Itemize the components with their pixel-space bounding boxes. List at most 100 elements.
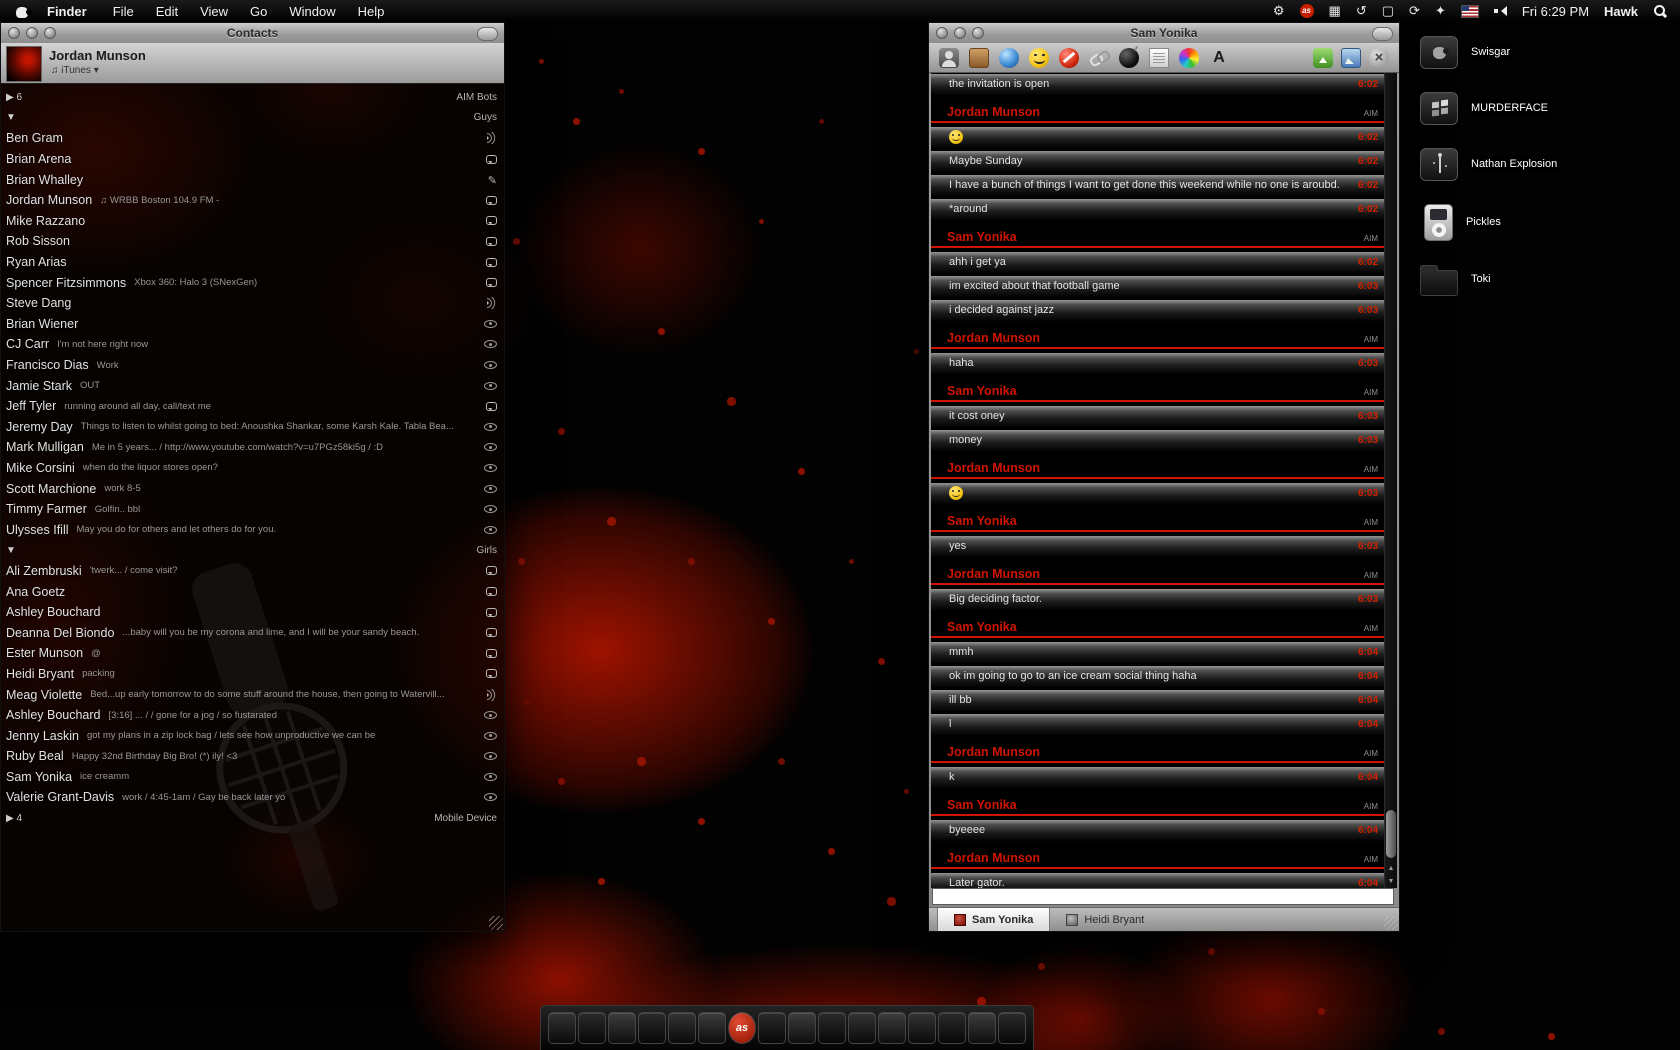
insert-link-icon[interactable] <box>1089 48 1109 68</box>
contact-row[interactable]: CJ Carr I'm not here right now <box>1 334 504 355</box>
contact-row[interactable]: Jeff Tyler running around all day, call/t… <box>1 396 504 417</box>
contact-row[interactable]: Ruby Beal Happy 32nd Birthday Big Bro! (*… <box>1 746 504 767</box>
contact-row[interactable]: Jeremy Day Things to listen to whilst goi… <box>1 417 504 438</box>
contact-row[interactable]: Sam Yonika ice creamm <box>1 767 504 788</box>
dock-app-9-icon[interactable] <box>788 1012 816 1044</box>
contact-row[interactable]: Spencer Fitzsimmons Xbox 360: Halo 3 (SNe… <box>1 272 504 293</box>
contact-row[interactable]: Steve Dang <box>1 293 504 314</box>
contact-row[interactable]: Ben Gram <box>1 128 504 149</box>
desktop-icon-swisgar[interactable]: Swisgar <box>1420 36 1640 69</box>
chat-tab[interactable]: Heidi Bryant <box>1050 908 1160 931</box>
contact-row[interactable]: Brian Wiener <box>1 314 504 335</box>
lastfm-menu-icon[interactable]: as <box>1299 4 1314 18</box>
volume-menu-icon[interactable] <box>1493 5 1507 17</box>
minimize-button[interactable] <box>954 27 966 39</box>
dock-trash-icon[interactable] <box>998 1012 1026 1044</box>
contact-row[interactable]: Deanna Del Biondo ...baby will you be my … <box>1 622 504 643</box>
minimize-button[interactable] <box>26 27 38 39</box>
contact-row[interactable]: Ashley Bouchard [3:16] ... / / gone for a… <box>1 705 504 726</box>
desktop-icon-toki[interactable]: Toki <box>1420 264 1640 296</box>
address-book-icon[interactable] <box>969 47 989 68</box>
dock-app-11-icon[interactable] <box>848 1012 876 1044</box>
scroll-down-arrow[interactable] <box>1385 875 1397 888</box>
dock-app-5-icon[interactable] <box>668 1012 696 1044</box>
buddy-info-icon[interactable] <box>939 47 959 68</box>
display-menu-icon[interactable]: ▢ <box>1382 0 1394 22</box>
contact-row[interactable]: Meag Violette Bed...up early tomorrow to … <box>1 684 504 705</box>
dock-app-12-icon[interactable] <box>878 1012 906 1044</box>
dock-app-2-icon[interactable] <box>578 1012 606 1044</box>
scrollbar-thumb[interactable] <box>1386 810 1396 858</box>
contact-row[interactable]: Ester Munson @ <box>1 643 504 664</box>
block-icon[interactable] <box>1059 47 1079 68</box>
contact-row[interactable]: Jenny Laskin got my plans in a zip lock b… <box>1 725 504 746</box>
insert-emoticon-icon[interactable] <box>1029 47 1049 68</box>
zoom-button[interactable] <box>44 27 56 39</box>
contact-row[interactable]: Ana Goetz <box>1 581 504 602</box>
dock-app-14-icon[interactable] <box>938 1012 966 1044</box>
color-wheel-icon[interactable] <box>1179 47 1199 68</box>
contact-row[interactable]: Ryan Arias <box>1 252 504 273</box>
gear-menu-icon[interactable]: ⚙ <box>1273 0 1285 22</box>
contact-row[interactable]: Timmy Farmer Golfin.. bbl <box>1 499 504 520</box>
group-row[interactable]: ▶ 6 AIM Bots <box>1 87 504 108</box>
sync-menu-icon[interactable]: ⟳ <box>1409 0 1420 22</box>
contact-row[interactable]: Francisco Dias Work <box>1 355 504 376</box>
us-flag-menu-icon[interactable] <box>1460 4 1479 18</box>
dock-app-3-icon[interactable] <box>608 1012 636 1044</box>
group-disclosure-triangle[interactable]: ▶ 4 <box>6 813 22 824</box>
contact-row[interactable]: Ali Zembruski 'twerk... / come visit? <box>1 561 504 582</box>
spotlight-icon[interactable] <box>1653 4 1668 19</box>
apple-menu-icon[interactable] <box>16 4 32 19</box>
dock-app-4-icon[interactable] <box>638 1012 666 1044</box>
menu-clock[interactable]: Fri 6:29 PM <box>1522 4 1589 19</box>
time-machine-menu-icon[interactable]: ↺ <box>1356 0 1367 22</box>
dock-app-6-icon[interactable] <box>698 1012 726 1044</box>
toolbar-toggle-button[interactable] <box>477 27 498 41</box>
close-button[interactable] <box>936 27 948 39</box>
dock-lastfm-icon[interactable]: as <box>728 1012 756 1044</box>
contact-row[interactable]: Ashley Bouchard <box>1 602 504 623</box>
desktop-icon-murderface[interactable]: MURDERFACE <box>1420 92 1640 125</box>
contact-row[interactable]: Jordan Munson ♫ WRBB Boston 104.9 FM - <box>1 190 504 211</box>
group-disclosure-triangle[interactable]: ▼ <box>6 112 16 123</box>
contact-row[interactable]: Brian Arena <box>1 149 504 170</box>
contact-row[interactable]: Ulysses Ifill May you do for others and l… <box>1 519 504 540</box>
dock-app-13-icon[interactable] <box>908 1012 936 1044</box>
owner-avatar[interactable] <box>6 46 42 82</box>
menu-app-finder[interactable]: Finder <box>47 4 87 19</box>
menu-edit[interactable]: Edit <box>156 4 178 19</box>
close-button[interactable] <box>8 27 20 39</box>
contacts-titlebar[interactable]: Contacts <box>1 23 504 44</box>
group-row[interactable]: ▼ Girls <box>1 540 504 561</box>
contact-row[interactable]: Brian Whalley <box>1 169 504 190</box>
menu-help[interactable]: Help <box>358 4 385 19</box>
resize-grip[interactable] <box>489 916 503 930</box>
dock-app-8-icon[interactable] <box>758 1012 786 1044</box>
group-row[interactable]: ▶ 4 Mobile Device <box>1 808 504 829</box>
contact-row[interactable]: Mike Corsini when do the liquor stores op… <box>1 458 504 479</box>
group-disclosure-triangle[interactable]: ▼ <box>6 545 16 556</box>
bomb-icon[interactable] <box>1119 47 1139 68</box>
scroll-up-arrow[interactable] <box>1385 862 1397 875</box>
notes-icon[interactable] <box>1149 47 1169 68</box>
menu-go[interactable]: Go <box>250 4 267 19</box>
send-file-icon[interactable] <box>1313 47 1333 68</box>
dock-app-15-icon[interactable] <box>968 1012 996 1044</box>
menu-file[interactable]: File <box>113 4 134 19</box>
desktop-icon-pickles[interactable]: Pickles <box>1420 204 1640 241</box>
message-input[interactable] <box>932 888 1394 905</box>
chat-tab[interactable]: Sam Yonika <box>937 908 1051 931</box>
resize-grip[interactable] <box>1384 916 1398 930</box>
contact-row[interactable]: Heidi Bryant packing <box>1 664 504 685</box>
group-disclosure-triangle[interactable]: ▶ 6 <box>6 92 22 103</box>
contact-row[interactable]: Jamie Stark OUT <box>1 375 504 396</box>
contact-row[interactable]: Mike Razzano <box>1 211 504 232</box>
chat-titlebar[interactable]: Sam Yonika <box>929 23 1399 44</box>
group-row[interactable]: ▼ Guys <box>1 108 504 129</box>
dock-app-1-icon[interactable] <box>548 1012 576 1044</box>
airport-menu-icon[interactable]: ✦ <box>1435 0 1446 22</box>
contact-row[interactable]: Valerie Grant-Davis work / 4:45-1am / Gay… <box>1 787 504 808</box>
owner-status-menu[interactable]: ♫ iTunes ▾ <box>51 65 99 76</box>
contact-row[interactable]: Mark Mulligan Me in 5 years... / http://w… <box>1 437 504 458</box>
